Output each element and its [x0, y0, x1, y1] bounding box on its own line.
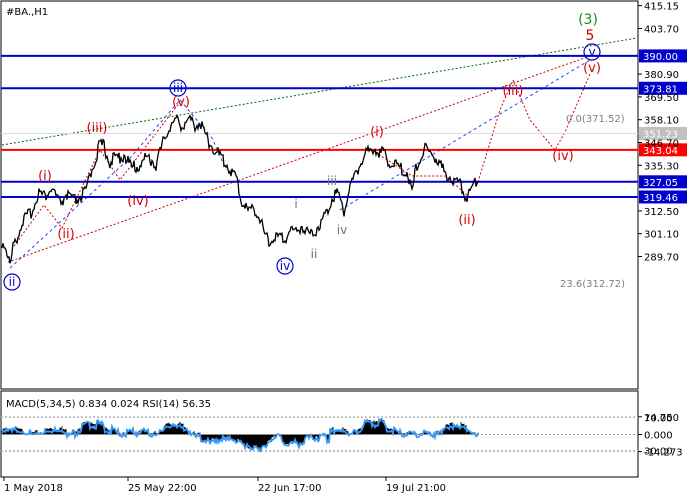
price-tick-label: 369.50 [644, 93, 679, 104]
wave-label-red: (iv) [552, 149, 573, 164]
wave-label-red: (v) [583, 61, 601, 76]
x-label-1: 1 May 2018 [4, 483, 63, 494]
wave-label-grey: i [294, 197, 297, 211]
wave-label-green-3: (3) [578, 12, 598, 28]
wave-label-red: (i) [370, 125, 384, 140]
level-price-label: 319.46 [643, 193, 678, 204]
wave-label-blue: iv [280, 259, 290, 273]
price-tick-label: 415.15 [644, 2, 679, 13]
rsi-tick-label: 70.00 [644, 414, 673, 425]
price-tick-label: 358.10 [644, 116, 679, 127]
price-tick-label: 301.10 [644, 230, 679, 241]
wave-label-blue: iii [173, 81, 183, 95]
chart-canvas: 390.00373.81343.04327.05319.46351.23 14.… [0, 0, 687, 494]
level-price-label: 327.05 [643, 178, 678, 189]
indicator-tick-label: 0.000 [644, 431, 673, 442]
price-tick-label: 289.70 [644, 253, 679, 264]
fib-bottom-label: 23.6(312.72) [560, 279, 625, 290]
wave-label-red: (i) [38, 169, 52, 184]
price-tick-label: 403.70 [644, 25, 679, 36]
price-tick-label: 346.70 [644, 139, 679, 150]
level-price-label: 390.00 [643, 52, 678, 63]
symbol-label: #BA.,H1 [6, 7, 48, 18]
wave-label-grey: ii [311, 247, 318, 261]
wave-label-red: (ii) [57, 227, 74, 242]
indicator-label: MACD(5,34,5) 0.834 0.024 RSI(14) 56.35 [6, 399, 211, 410]
wave-label-red: (ii) [458, 213, 475, 228]
wave-label-blue: v [588, 45, 595, 59]
main-chart-frame [0, 0, 639, 390]
wave-label-blue: ii [9, 275, 16, 289]
wave-label-red: (v) [172, 95, 190, 110]
x-label-4: 19 Jul 21:00 [386, 483, 446, 494]
x-label-2: 25 May 22:00 [128, 483, 197, 494]
wave-label-red: (iii) [503, 84, 524, 99]
price-tick-label: 312.50 [644, 207, 679, 218]
wave-label-red: (iv) [127, 194, 148, 209]
wave-label-red-5: 5 [586, 28, 595, 44]
wave-label-red: (iii) [87, 121, 108, 136]
x-label-3: 22 Jun 17:00 [258, 483, 322, 494]
wave-label-grey: iii [327, 174, 337, 188]
wave-label-grey: iv [337, 223, 347, 237]
price-tick-label: 380.90 [644, 70, 679, 81]
rsi-tick-label: 30.00 [644, 447, 673, 458]
fib-top-label: 0.0(371.52) [566, 114, 625, 125]
price-tick-label: 335.30 [644, 161, 679, 172]
